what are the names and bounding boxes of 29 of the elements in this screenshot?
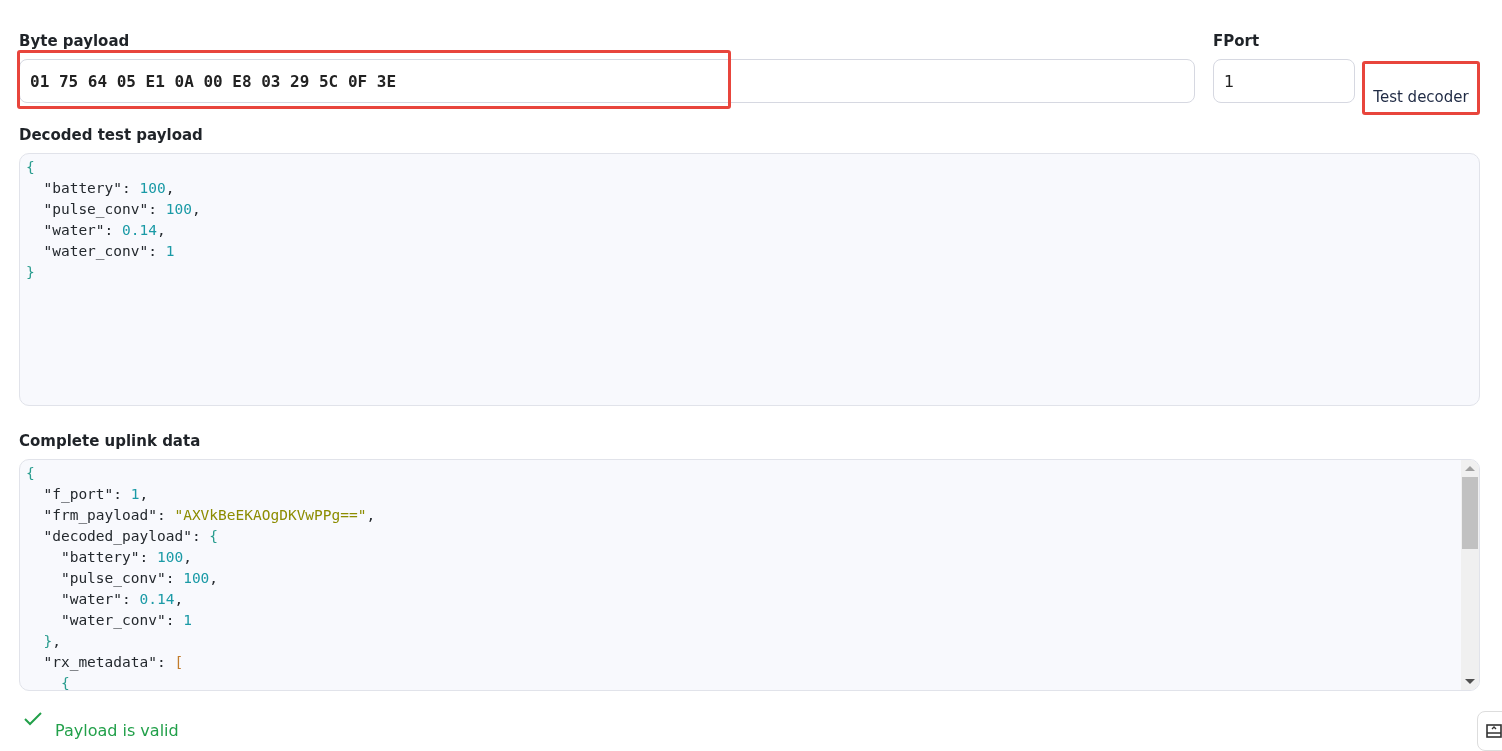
code-line: "pulse_conv": 100, bbox=[59, 569, 220, 589]
uplink-data-box[interactable]: { "f_port": 1, "frm_payload": "AXVkBeEKAOgDKVwPPg==", "decoded_payload": { "battery": 100, "pulse_conv": 100, "water": 0.14, "water_conv": 1 }, "rx_metadata": [ { bbox=[19, 459, 1480, 691]
code-line: "pulse_conv": 100, bbox=[42, 200, 202, 220]
field-label: FPort bbox=[1213, 32, 1260, 50]
code-line: "decoded_payload": { bbox=[42, 527, 220, 547]
section-label: Decoded test payload bbox=[19, 126, 203, 144]
code-line: } bbox=[26, 263, 36, 282]
status-message: Payload is valid bbox=[55, 721, 179, 740]
code-line: }, bbox=[42, 632, 62, 651]
code-line: "water_conv": 1 bbox=[59, 611, 193, 631]
code-line: { bbox=[26, 158, 36, 177]
code-line: "water": 0.14, bbox=[42, 221, 167, 240]
code-line: "f_port": 1, bbox=[42, 485, 150, 505]
byte-payload-input[interactable]: 01 75 64 05 E1 0A 00 E8 03 29 5C 0F 3E bbox=[19, 59, 1195, 103]
fport-input[interactable]: 1 bbox=[1213, 59, 1355, 103]
code-line: "water_conv": 1 bbox=[42, 242, 176, 262]
decoded-payload-box[interactable]: { "battery": 100, "pulse_conv": 100, "water": 0.14, "water_conv": 1 } bbox=[19, 153, 1480, 406]
code-line: "water": 0.14, bbox=[59, 590, 185, 609]
field-label: Byte payload bbox=[19, 32, 130, 50]
section-label: Complete uplink data bbox=[19, 432, 201, 450]
scrollbar[interactable] bbox=[1461, 460, 1479, 690]
panel-icon bbox=[1486, 723, 1502, 739]
code-line: "rx_metadata": [ bbox=[42, 653, 185, 673]
test-decoder-button[interactable]: Test decoder bbox=[1362, 61, 1480, 115]
code-line: "battery": 100, bbox=[59, 548, 193, 567]
code-line: "frm_payload": "AXVkBeEKAOgDKVwPPg==", bbox=[42, 506, 377, 526]
code-line: { bbox=[59, 674, 71, 690]
code-line: { bbox=[26, 464, 36, 483]
code-line: "battery": 100, bbox=[42, 179, 176, 198]
